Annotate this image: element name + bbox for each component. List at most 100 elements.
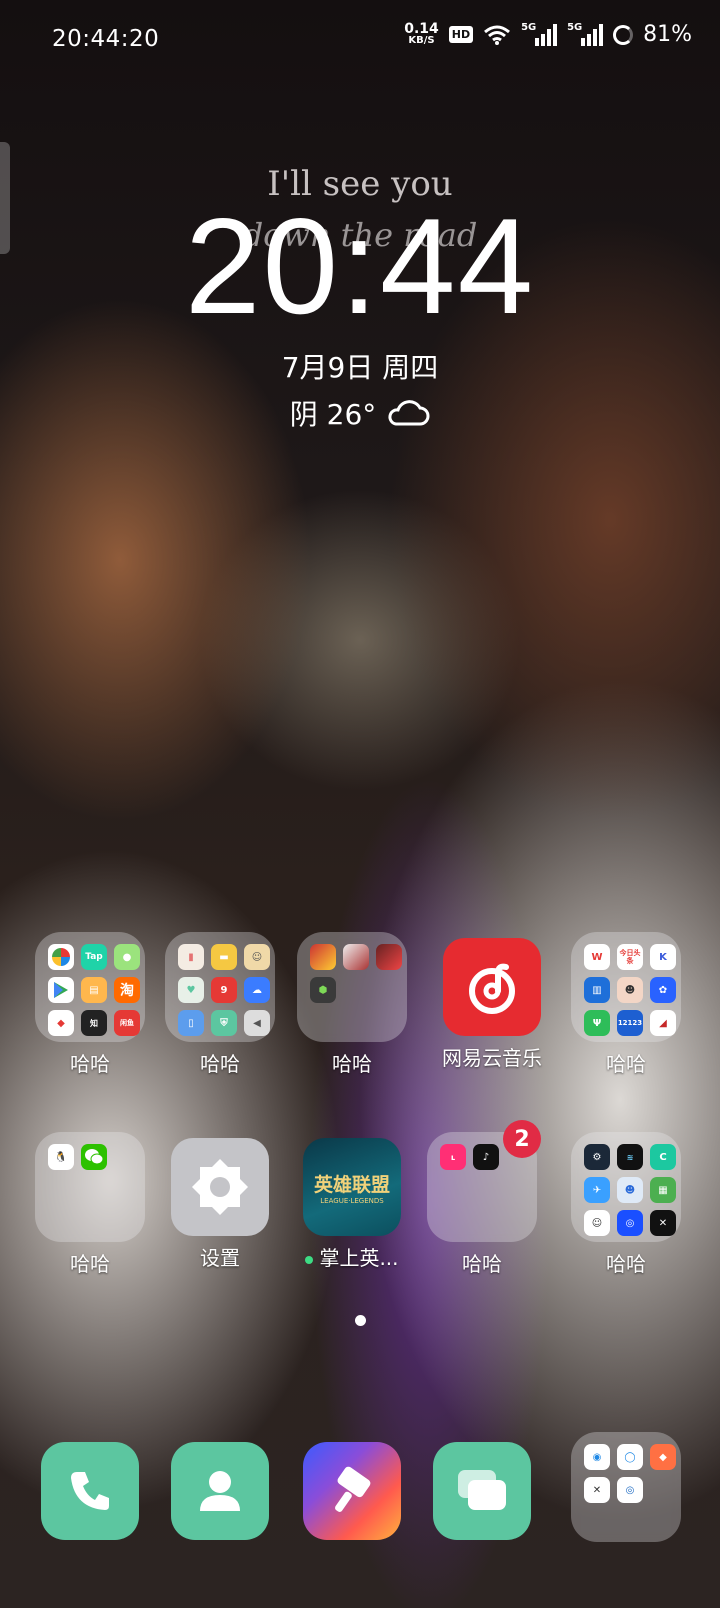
google-play-icon <box>48 977 74 1003</box>
gallery-icon: ▤ <box>81 977 107 1003</box>
dock-messages[interactable] <box>418 1442 546 1540</box>
wps-icon: W <box>584 944 610 970</box>
lol-logo-subtext: LEAGUE·LEGENDS <box>320 1196 384 1205</box>
signal-icon: 5G <box>521 22 558 46</box>
folder-5-tile[interactable]: 🐧 <box>35 1132 145 1242</box>
cloud-icon <box>388 400 430 426</box>
contacts-tile[interactable] <box>171 1442 269 1540</box>
memo-icon: ▬ <box>211 944 237 970</box>
folder-1-label: 哈哈 <box>70 1052 110 1076</box>
dock-theme-store[interactable] <box>288 1442 416 1540</box>
search-app-icon: ◯ <box>617 1444 643 1470</box>
netease-music-tile[interactable] <box>443 938 541 1036</box>
game-3-icon <box>376 944 402 970</box>
folder-3-label: 哈哈 <box>332 1052 372 1076</box>
gear-icon <box>192 1159 248 1215</box>
dock-folder-tile[interactable]: ◉ ◯ ◆ ✕ ◎ <box>571 1432 681 1542</box>
folder-3[interactable]: ⬢ 哈哈 <box>288 932 416 1077</box>
folder-1-tile[interactable]: Tap ● ▤ 淘 ◆ 知 闲鱼 <box>35 932 145 1042</box>
anime-icon: ☺ <box>584 1210 610 1236</box>
browser-icon: ◉ <box>584 1444 610 1470</box>
mascot-icon: ☻ <box>617 1177 643 1203</box>
heart-icon: ♥ <box>178 977 204 1003</box>
phone-tile[interactable] <box>41 1442 139 1540</box>
network-type-2: 5G <box>567 21 583 33</box>
lofter-icon: ʟ <box>440 1144 466 1170</box>
game-helper-icon: ⬢ <box>310 977 336 1003</box>
game-1-icon <box>310 944 336 970</box>
sports-icon: ◢ <box>650 1010 676 1036</box>
dock-contacts[interactable] <box>156 1442 284 1540</box>
lol-helper-tile[interactable]: 英雄联盟 LEAGUE·LEGENDS <box>303 1138 401 1236</box>
folder-5-label: 哈哈 <box>70 1252 110 1276</box>
plane-icon: ✈ <box>584 1177 610 1203</box>
folder-5[interactable]: 🐧 哈哈 <box>26 1132 154 1277</box>
pinwheel-icon <box>48 944 74 970</box>
status-icons: 0.14 KB/S HD 5G 5G 81% <box>404 20 692 48</box>
settings-tile[interactable] <box>171 1138 269 1236</box>
zhihu-icon: 知 <box>81 1010 107 1036</box>
steam-icon: ⚙ <box>584 1144 610 1170</box>
wifi-icon <box>484 25 511 45</box>
folder-4-tile[interactable]: W 今日头条 K ▥ ☻ ✿ Ψ 12123 ◢ <box>571 932 681 1042</box>
zip-icon: ▦ <box>650 1177 676 1203</box>
folder-7-tile[interactable]: ⚙ ≋ C ✈ ☻ ▦ ☺ ◎ ✕ <box>571 1132 681 1242</box>
toutiao-icon: 今日头条 <box>617 944 643 970</box>
net-speed-value: 0.14 <box>404 20 439 37</box>
frog-icon: ● <box>114 944 140 970</box>
weather-text: 阴 26° <box>289 398 377 431</box>
folder-2[interactable]: ▮ ▬ ☺ ♥ 9 ☁ ▯ ⛨ ◀ 哈哈 <box>156 932 284 1077</box>
folder-6[interactable]: ʟ ♪ 2 哈哈 <box>418 1120 546 1277</box>
folder-4[interactable]: W 今日头条 K ▥ ☻ ✿ Ψ 12123 ◢ 哈哈 <box>562 932 690 1077</box>
folder-3-tile[interactable]: ⬢ <box>297 932 407 1042</box>
paintbrush-icon <box>335 1466 371 1512</box>
dock-folder[interactable]: ◉ ◯ ◆ ✕ ◎ <box>562 1432 690 1542</box>
settings-gear-app-icon: ✿ <box>650 977 676 1003</box>
signal-icon-2: 5G <box>567 21 604 46</box>
netease-music-app[interactable]: 网易云音乐 <box>418 932 566 1071</box>
date-text[interactable]: 7月9日 周四 <box>0 346 720 386</box>
weather-widget[interactable]: 阴 26° <box>0 393 720 433</box>
clock-widget[interactable]: 20:44 <box>0 188 720 344</box>
taobao-icon: 淘 <box>114 977 140 1003</box>
folder-7[interactable]: ⚙ ≋ C ✈ ☻ ▦ ☺ ◎ ✕ 哈哈 <box>562 1132 690 1277</box>
dock-phone[interactable] <box>26 1442 154 1540</box>
qq-icon: 🐧 <box>48 1144 74 1170</box>
game-platform-icon: ≋ <box>617 1144 643 1170</box>
sound-icon: ◀ <box>244 1010 270 1036</box>
net-speed: 0.14 KB/S <box>404 20 439 47</box>
folder-1[interactable]: Tap ● ▤ 淘 ◆ 知 闲鱼 哈哈 <box>26 932 154 1077</box>
battery-level: 81% <box>643 22 692 47</box>
battery-icon <box>613 24 634 45</box>
page-indicator <box>0 1315 720 1326</box>
page-dot-active <box>354 1315 366 1326</box>
lol-helper-app[interactable]: 英雄联盟 LEAGUE·LEGENDS 掌上英... <box>288 1132 416 1271</box>
folder-7-label: 哈哈 <box>606 1252 646 1276</box>
settings-label: 设置 <box>200 1246 240 1270</box>
netease-music-label: 网易云音乐 <box>442 1046 542 1070</box>
phone-icon <box>71 1472 109 1510</box>
folder-6-tile[interactable]: ʟ ♪ 2 <box>427 1120 541 1242</box>
avatar-app-icon: ☻ <box>617 977 643 1003</box>
notes-icon: ▮ <box>178 944 204 970</box>
messages-tile[interactable] <box>433 1442 531 1540</box>
net-speed-unit: KB/S <box>408 34 435 46</box>
lol-helper-label: 掌上英... <box>288 1242 416 1271</box>
notification-badge: 2 <box>503 1120 541 1158</box>
contacts-icon <box>200 1471 240 1511</box>
netease-music-icon <box>469 963 515 1014</box>
theme-store-tile[interactable] <box>303 1442 401 1540</box>
cc-icon: C <box>650 1144 676 1170</box>
folder-6-label: 哈哈 <box>462 1252 502 1276</box>
folder-2-tile[interactable]: ▮ ▬ ☺ ♥ 9 ☁ ▯ ⛨ ◀ <box>165 932 275 1042</box>
tool-icon: Ψ <box>584 1010 610 1036</box>
kim-icon: K <box>650 944 676 970</box>
game-2-icon <box>343 944 369 970</box>
status-time: 20:44:20 <box>52 26 160 52</box>
status-bar: 20:44:20 0.14 KB/S HD 5G 5G 81% <box>0 0 720 84</box>
settings-app[interactable]: 设置 <box>156 1132 284 1271</box>
shield-icon: ⛨ <box>211 1010 237 1036</box>
capcut-icon: ✕ <box>650 1210 676 1236</box>
scan-icon: ◎ <box>617 1210 643 1236</box>
folder-4-label: 哈哈 <box>606 1052 646 1076</box>
